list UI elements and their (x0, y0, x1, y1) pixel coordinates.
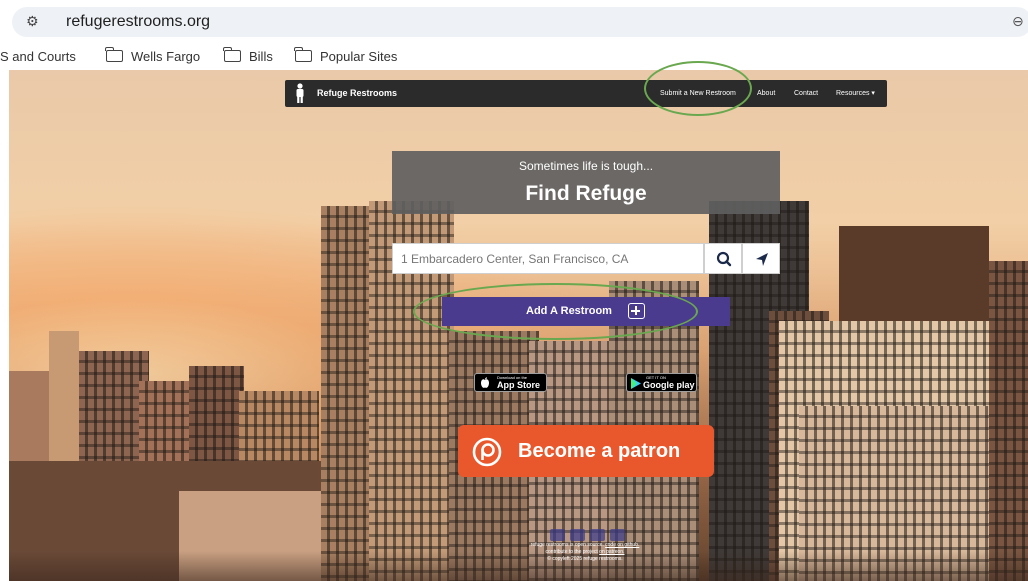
github-icon[interactable] (550, 529, 565, 541)
search-icon (716, 251, 732, 267)
bookmark-label: Wells Fargo (131, 49, 201, 64)
hero-subtitle: Sometimes life is tough... (518, 159, 654, 173)
site-settings-icon[interactable]: ⚙ (26, 12, 48, 32)
bookmark-wells-fargo[interactable]: Wells Fargo (105, 47, 201, 67)
twitter-icon[interactable] (570, 529, 585, 541)
become-patron-button[interactable]: Become a patron (458, 425, 714, 477)
facebook-icon[interactable] (590, 529, 605, 541)
github-link[interactable]: code on github. (605, 542, 639, 548)
add-restroom-button[interactable]: Add A Restroom (442, 297, 730, 326)
google-play-text: Google play (643, 380, 695, 390)
url-text[interactable]: refugerestrooms.org (66, 11, 210, 33)
site-navbar: Refuge Restrooms Submit a New Restroom A… (285, 80, 887, 107)
bookmark-bills[interactable]: Bills (223, 47, 273, 67)
zoom-icon[interactable]: ⊖ (1012, 12, 1026, 32)
nav-contact[interactable]: Contact (794, 80, 818, 107)
location-arrow-icon (756, 253, 768, 266)
google-play-badge[interactable]: GET IT ON Google play (626, 373, 697, 392)
apple-icon (481, 377, 489, 388)
bookmarks-bar: S and Courts Wells Fargo Bills Popular S… (0, 44, 1028, 70)
locate-me-button[interactable] (742, 243, 780, 274)
search-button[interactable] (704, 243, 742, 274)
patron-label: Become a patron (518, 440, 681, 462)
tumblr-icon[interactable] (610, 529, 625, 541)
footer-open-source: refuge restrooms is open source. code on… (460, 542, 710, 548)
bookmark-label: Popular Sites (320, 49, 398, 64)
app-store-badge[interactable]: Download on the App Store (474, 373, 547, 392)
folder-icon (105, 47, 123, 62)
bookmark-label: S and Courts (0, 49, 76, 64)
app-store-text: App Store (497, 380, 541, 390)
footer-contribute-text: contribute to the project (545, 549, 598, 555)
nav-submit-restroom[interactable]: Submit a New Restroom (660, 80, 736, 107)
bookmark-courts[interactable]: S and Courts (0, 47, 76, 67)
hero-title: Find Refuge (525, 182, 647, 205)
footer-contribute: contribute to the project on patreon. (460, 549, 710, 555)
folder-icon (294, 47, 312, 62)
nav-resources-dropdown[interactable]: Resources ▾ (836, 80, 875, 107)
patreon-icon (472, 437, 502, 467)
bookmark-label: Bills (249, 49, 273, 64)
patreon-link[interactable]: on patreon. (599, 549, 624, 555)
footer-copyleft: © copyleft 2025 refuge restrooms. (547, 556, 623, 562)
browser-url-bar: ⚙ refugerestrooms.org ⊖ (0, 0, 1028, 44)
add-restroom-label: Add A Restroom (526, 305, 612, 317)
hero-banner: Sometimes life is tough... Find Refuge (392, 151, 780, 214)
plus-icon (628, 303, 645, 319)
person-icon[interactable] (293, 83, 307, 104)
folder-icon (223, 47, 241, 62)
google-play-icon (631, 378, 641, 389)
brand-link[interactable]: Refuge Restrooms (317, 80, 397, 107)
search-input[interactable] (392, 243, 704, 274)
footer-social-icons (550, 529, 630, 541)
nav-about[interactable]: About (757, 80, 775, 107)
footer-open-source-text: refuge restrooms is open source. (530, 542, 604, 548)
bookmark-popular-sites[interactable]: Popular Sites (294, 47, 398, 67)
